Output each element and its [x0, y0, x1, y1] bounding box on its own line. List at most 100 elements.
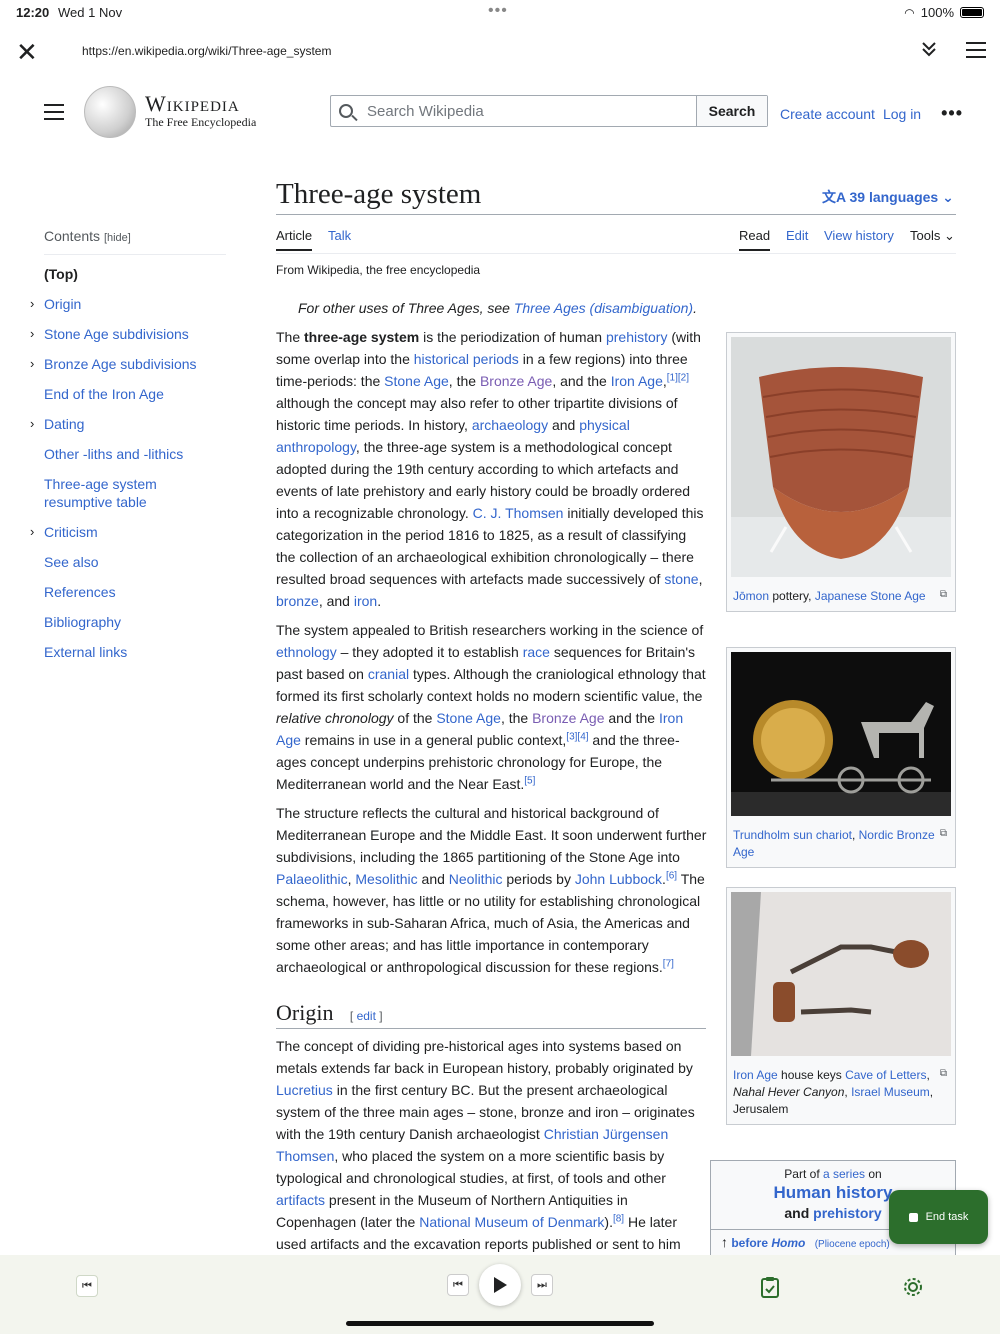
link-stone-age-2[interactable]: Stone Age [436, 710, 501, 726]
close-icon[interactable]: ✕ [16, 39, 38, 65]
toc-item[interactable]: Three-age system resumptive table [44, 475, 226, 511]
ref-7[interactable]: [7] [663, 958, 674, 969]
link-stone[interactable]: stone [664, 571, 698, 587]
chevron-right-icon[interactable]: › [30, 523, 34, 541]
iron-keys-image[interactable] [731, 892, 951, 1056]
main-menu-icon[interactable] [44, 104, 64, 125]
log-in-link[interactable]: Log in [883, 106, 921, 122]
toc-item[interactable]: (Top) [44, 265, 226, 283]
tab-edit[interactable]: Edit [786, 228, 808, 249]
search-button[interactable]: Search [697, 96, 767, 126]
ref-8[interactable]: [8] [613, 1213, 624, 1224]
link-lucretius[interactable]: Lucretius [276, 1082, 333, 1098]
toc-hide-button[interactable]: [hide] [104, 232, 131, 244]
ref-3-4[interactable]: [3][4] [566, 731, 588, 742]
link-prehistory-series[interactable]: prehistory [813, 1205, 881, 1221]
link-iron-age[interactable]: Iron Age [611, 373, 663, 389]
link-christian-thomsen[interactable]: Christian Jürgensen Thomsen [276, 1126, 668, 1164]
toc-item[interactable]: References [44, 583, 226, 601]
chevron-right-icon[interactable]: › [30, 325, 34, 343]
tab-view-history[interactable]: View history [824, 228, 894, 249]
link-a-series[interactable]: a series [823, 1167, 865, 1181]
link-jomon[interactable]: Jōmon [733, 589, 769, 603]
enlarge-icon[interactable]: ⧉ [940, 586, 947, 603]
sun-chariot-image[interactable] [731, 652, 951, 816]
link-cave-of-letters[interactable]: Cave of Letters [845, 1068, 926, 1082]
more-options-icon[interactable]: ••• [941, 103, 963, 124]
link-pliocene[interactable]: (Pliocene epoch) [815, 1239, 890, 1250]
link-iron-age-caption[interactable]: Iron Age [733, 1068, 778, 1082]
ref-5[interactable]: [5] [524, 775, 535, 786]
create-account-link[interactable]: Create account [780, 106, 875, 122]
link-physical-anthropology[interactable]: physical anthropology [276, 417, 630, 455]
multitask-dots-icon[interactable]: ••• [488, 2, 508, 20]
chevron-right-icon[interactable]: › [30, 355, 34, 373]
ref-6[interactable]: [6] [666, 870, 677, 881]
search-input[interactable]: Search Wikipedia [331, 96, 697, 126]
tab-talk[interactable]: Talk [328, 228, 351, 249]
link-japanese-stone-age[interactable]: Japanese Stone Age [815, 589, 926, 603]
play-button[interactable] [479, 1264, 521, 1306]
link-national-museum[interactable]: National Museum of Denmark [419, 1214, 604, 1230]
link-trundholm[interactable]: Trundholm sun chariot [733, 828, 852, 842]
enlarge-icon[interactable]: ⧉ [940, 825, 947, 842]
link-mesolithic[interactable]: Mesolithic [355, 871, 417, 887]
tab-read[interactable]: Read [739, 228, 771, 251]
link-archaeology[interactable]: archaeology [472, 417, 548, 433]
url-field[interactable]: https://en.wikipedia.org/wiki/Three-age_… [82, 44, 331, 58]
link-bronze-age-2[interactable]: Bronze Age [532, 710, 604, 726]
tab-article[interactable]: Article [276, 228, 313, 251]
toc-item[interactable]: External links [44, 643, 226, 661]
toc-item-label: Other -liths and -lithics [44, 446, 184, 462]
link-before-homo[interactable]: before [731, 1236, 771, 1250]
double-chevron-down-icon[interactable] [920, 40, 938, 63]
toc-item[interactable]: › Stone Age subdivisions [30, 325, 226, 343]
chevron-right-icon[interactable]: › [30, 415, 34, 433]
link-iron[interactable]: iron [354, 593, 377, 609]
toc-item[interactable]: › Criticism [30, 523, 226, 541]
language-button[interactable]: 文A 39 languages ⌄ [822, 187, 954, 207]
toc-item[interactable]: › Bronze Age subdivisions [30, 355, 226, 373]
link-ethnology[interactable]: ethnology [276, 644, 337, 660]
link-homo[interactable]: Homo [771, 1236, 805, 1250]
link-bronze-age[interactable]: Bronze Age [480, 373, 552, 389]
link-israel-museum[interactable]: Israel Museum [851, 1085, 930, 1099]
link-prehistory[interactable]: prehistory [606, 329, 667, 345]
step-back-icon[interactable]: ⏮ [447, 1274, 469, 1296]
link-thomsen[interactable]: C. J. Thomsen [473, 505, 564, 521]
link-neolithic[interactable]: Neolithic [449, 871, 503, 887]
toc-item[interactable]: See also [44, 553, 226, 571]
ref-1-2[interactable]: [1][2] [667, 372, 689, 383]
clipboard-check-icon[interactable] [760, 1276, 780, 1303]
step-forward-icon[interactable]: ⏭ [531, 1274, 553, 1296]
link-lubbock[interactable]: John Lubbock [575, 871, 662, 887]
enlarge-icon[interactable]: ⧉ [940, 1065, 947, 1082]
chevron-right-icon[interactable]: › [30, 295, 34, 313]
toc-item[interactable]: › Dating [30, 415, 226, 433]
wikipedia-wordmark[interactable]: Wikipedia The Free Encyclopedia [145, 91, 256, 130]
toc-item[interactable]: Bibliography [44, 613, 226, 631]
toc-item[interactable]: Other -liths and -lithics [44, 445, 226, 463]
rewind-icon[interactable]: ⏮ [76, 1275, 98, 1297]
disambiguation-link[interactable]: Three Ages (disambiguation) [514, 300, 693, 316]
toc-item-label: External links [44, 644, 128, 660]
jomon-pottery-image[interactable] [731, 337, 951, 577]
link-race[interactable]: race [523, 644, 550, 660]
toc-item-label: Three-age system resumptive table [44, 476, 157, 510]
link-artifacts[interactable]: artifacts [276, 1192, 325, 1208]
wikipedia-logo-icon[interactable] [84, 86, 136, 138]
link-stone-age[interactable]: Stone Age [384, 373, 449, 389]
link-bronze[interactable]: bronze [276, 593, 319, 609]
link-historical-periods[interactable]: historical periods [414, 351, 519, 367]
browser-menu-icon[interactable] [966, 42, 986, 63]
tab-tools[interactable]: Tools ⌄ [910, 228, 955, 250]
toc-item[interactable]: End of the Iron Age [44, 385, 226, 403]
toc-item[interactable]: › Origin [30, 295, 226, 313]
link-cranial[interactable]: cranial [368, 666, 409, 682]
translate-icon: 文A [822, 189, 846, 205]
link-palaeolithic[interactable]: Palaeolithic [276, 871, 348, 887]
end-task-button[interactable]: End task [889, 1190, 988, 1244]
gear-icon[interactable] [902, 1276, 924, 1303]
edit-section-link[interactable]: edit [357, 1009, 376, 1023]
home-indicator[interactable] [346, 1321, 654, 1326]
